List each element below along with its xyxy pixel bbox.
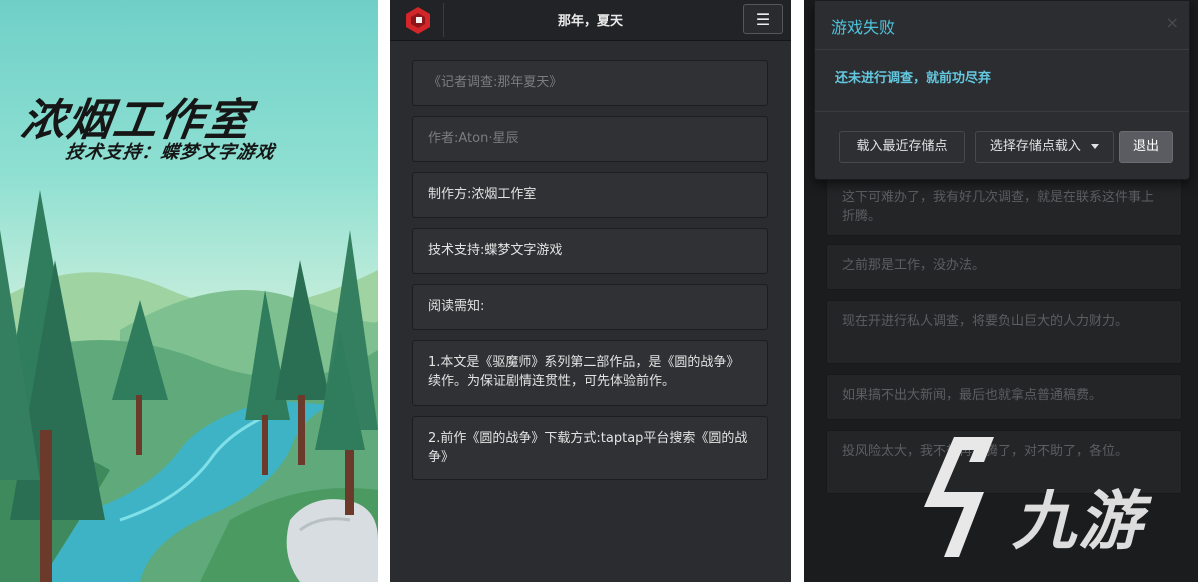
game-over-dialog: 游戏失败 × 还未进行调查，就前功尽弃 载入最近存储点 选择存储点载入 退出 [814, 0, 1190, 180]
splash-screen: 浓烟工作室 技术支持：蝶梦文字游戏 [0, 0, 378, 582]
page-title: 那年，夏天 [557, 14, 623, 29]
game-over-screen: 这下可难办了，我有好几次调查，就是在联系这件事上折腾。 之前那是工作，没办法。 … [804, 0, 1198, 582]
dialog-title: 游戏失败 [831, 18, 896, 37]
list-item[interactable]: 作者:Aton·星辰 [412, 116, 768, 162]
exit-button[interactable]: 退出 [1119, 131, 1173, 163]
jiuyou-logo-icon [924, 437, 994, 557]
dialog-header: 游戏失败 × [815, 1, 1189, 50]
list-item[interactable]: 2.前作《圆的战争》下载方式:taptap平台搜索《圆的战争》 [412, 416, 768, 480]
dialog-footer: 载入最近存储点 选择存储点载入 退出 [815, 111, 1189, 180]
list-item[interactable]: 1.本文是《驱魔师》系列第二部作品，是《圆的战争》续作。为保证剧情连贯性，可先体… [412, 340, 768, 406]
list-item[interactable]: 制作方:浓烟工作室 [412, 172, 768, 218]
menu-button[interactable]: ☰ [743, 4, 783, 34]
story-card[interactable]: 现在开进行私人调查，将要负山巨大的人力财力。 [826, 300, 1182, 364]
list-item[interactable]: 技术支持:蝶梦文字游戏 [412, 228, 768, 274]
story-card[interactable]: 如果搞不出大新闻，最后也就拿点普通稿费。 [826, 374, 1182, 420]
top-navbar: 那年，夏天 ☰ [390, 0, 791, 41]
reader-intro-screen: 那年，夏天 ☰ 《记者调查:那年夏天》 作者:Aton·星辰 制作方:浓烟工作室… [390, 0, 791, 582]
watermark-text: 九游 [1012, 485, 1144, 559]
story-card[interactable]: 这下可难办了，我有好几次调查，就是在联系这件事上折腾。 [826, 176, 1182, 236]
hamburger-icon: ☰ [755, 10, 771, 29]
list-item[interactable]: 《记者调查:那年夏天》 [412, 60, 768, 106]
list-item[interactable]: 阅读需知: [412, 284, 768, 330]
studio-logo-subtitle: 技术支持：蝶梦文字游戏 [64, 142, 277, 163]
choose-save-dropdown[interactable]: 选择存储点载入 [975, 131, 1114, 163]
close-icon[interactable]: × [1166, 13, 1179, 32]
dialog-message: 还未进行调查，就前功尽弃 [835, 71, 992, 86]
story-card[interactable]: 之前那是工作，没办法。 [826, 244, 1182, 290]
load-recent-save-button[interactable]: 载入最近存储点 [839, 131, 965, 163]
choose-save-label: 选择存储点载入 [989, 139, 1081, 154]
caret-down-icon [1091, 144, 1100, 149]
